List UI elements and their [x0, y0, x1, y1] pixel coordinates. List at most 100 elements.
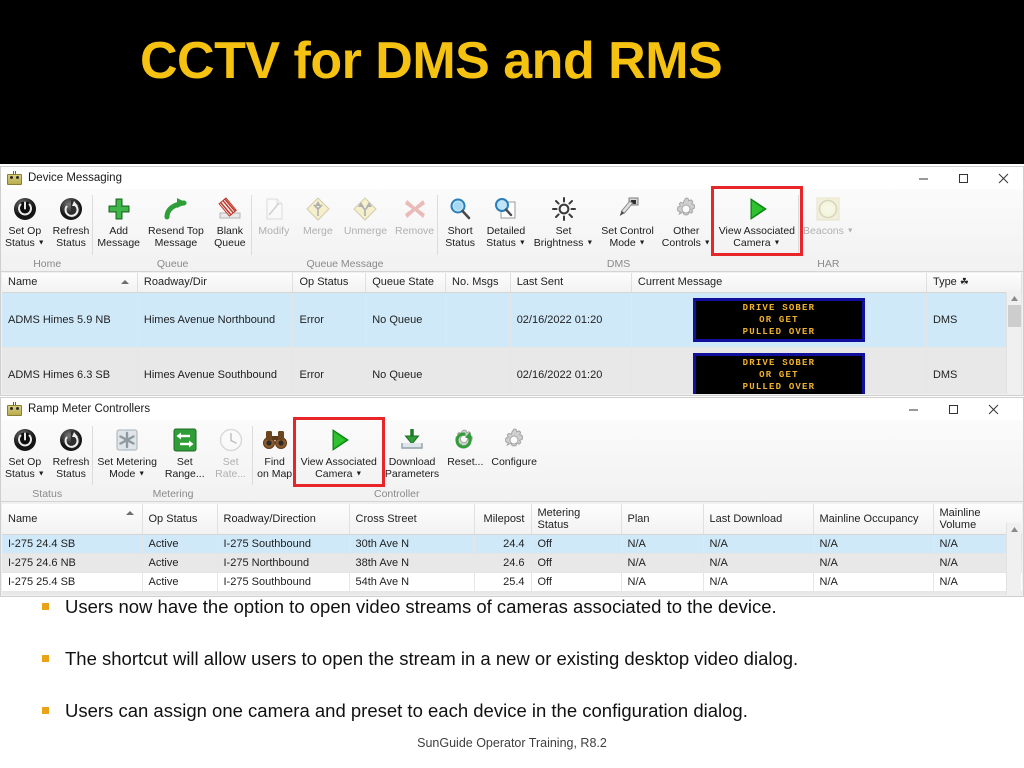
sun-icon	[551, 194, 577, 224]
ribbon-button-label: Set Rate...	[215, 456, 247, 480]
table-row[interactable]: I-275 25.6 NB Active I-275 Northbound 54…	[2, 591, 1022, 595]
ribbon-button-refresh-status[interactable]: Refresh Status	[49, 191, 94, 249]
ribbon-button-reset[interactable]: Reset...	[443, 422, 487, 469]
ribbon-group-label: Metering	[152, 488, 194, 500]
magnifier-icon	[447, 194, 473, 224]
column-header-cross-street[interactable]: Cross Street	[349, 504, 475, 535]
column-header-plan[interactable]: Plan	[621, 504, 704, 535]
cell-name: I-275 24.4 SB	[2, 534, 143, 554]
cell-mainline-occupancy: N/A	[813, 591, 934, 595]
bullet-marker-icon	[42, 655, 49, 662]
device-messaging-titlebar: Device Messaging	[1, 167, 1023, 189]
bullet-list: Users now have the option to open video …	[0, 596, 1024, 722]
cell-plan: N/A	[621, 572, 704, 592]
cell-roadway: Himes Avenue Southbound	[137, 347, 294, 394]
ribbon-button-modify: Modify	[252, 191, 296, 238]
table-row[interactable]: I-275 24.6 NB Active I-275 Northbound 38…	[2, 553, 1022, 573]
ribbon-button-other-controls[interactable]: Other Controls ▼	[658, 191, 715, 249]
ribbon-button-label: Other Controls ▼	[661, 225, 711, 249]
ribbon-button-set-op-status[interactable]: Set Op Status ▼	[1, 422, 49, 480]
cell-roadway-direction: I-275 Northbound	[217, 591, 350, 595]
column-header-name[interactable]: Name	[2, 504, 143, 535]
ribbon-button-download-parameters[interactable]: Download Parameters	[381, 422, 443, 480]
chevron-down-icon: ▼	[37, 239, 45, 247]
scroll-up-arrow-icon[interactable]	[1007, 292, 1022, 305]
sign-line: DRIVE SOBER	[742, 302, 816, 313]
cell-roadway-direction: I-275 Southbound	[217, 534, 350, 554]
rmc-vertical-scrollbar[interactable]	[1006, 523, 1021, 595]
ribbon-button-find-on-map[interactable]: Find on Map	[253, 422, 297, 480]
list-item: Users can assign one camera and preset t…	[0, 700, 1024, 722]
chevron-down-icon: ▼	[846, 227, 854, 235]
green-play-icon	[326, 425, 352, 455]
dms-message-sign: DRIVE SOBER OR GET PULLED OVER	[692, 297, 865, 342]
ribbon-button-add-message[interactable]: Add Message	[93, 191, 144, 249]
ribbon-button-blank-queue[interactable]: Blank Queue	[208, 191, 252, 249]
ribbon-button-view-associated-camera[interactable]: View Associated Camera ▼	[715, 191, 799, 249]
ribbon-button-short-status[interactable]: Short Status	[438, 191, 482, 249]
column-header-queue-state[interactable]: Queue State	[365, 273, 447, 293]
minimize-button[interactable]	[893, 398, 933, 420]
close-button[interactable]	[983, 167, 1023, 189]
table-row[interactable]: ADMS Himes 6.3 SB Himes Avenue Southboun…	[2, 347, 1022, 394]
ribbon-button-label: Configure	[491, 456, 537, 468]
dms-vertical-scrollbar[interactable]	[1006, 292, 1021, 394]
ribbon-button-refresh-status[interactable]: Refresh Status	[49, 422, 94, 480]
cell-op-status: Active	[142, 572, 218, 592]
column-header-op-status[interactable]: Op Status	[292, 273, 367, 293]
column-header-type[interactable]: Type ☘	[926, 273, 1022, 293]
column-header-milepost[interactable]: Milepost	[474, 504, 532, 535]
column-header-roadway-dir[interactable]: Roadway/Dir	[137, 273, 294, 293]
column-header-name[interactable]: Name	[2, 273, 138, 293]
scroll-thumb[interactable]	[1008, 305, 1021, 327]
green-play-icon	[744, 194, 770, 224]
column-header-roadway-direction[interactable]: Roadway/Direction	[217, 504, 350, 535]
column-header-metering-status[interactable]: Metering Status	[531, 504, 622, 535]
cell-last-sent: 02/16/2022 01:20	[510, 347, 632, 394]
ribbon-button-set-range[interactable]: Set Range...	[161, 422, 209, 480]
column-header-current-message[interactable]: Current Message	[631, 273, 927, 293]
scroll-up-arrow-icon[interactable]	[1007, 523, 1022, 536]
ribbon-button-view-associated-camera[interactable]: View Associated Camera ▼	[297, 422, 381, 480]
column-header-no-msgs[interactable]: No. Msgs	[445, 273, 511, 293]
ribbon-button-configure[interactable]: Configure	[487, 422, 541, 469]
ribbon-button-resend-top-message[interactable]: Resend Top Message	[144, 191, 208, 249]
ribbon-button-set-control-mode[interactable]: Set Control Mode ▼	[597, 191, 658, 249]
cell-milepost: 24.4	[474, 534, 532, 554]
ribbon-button-label: View Associated Camera ▼	[300, 456, 377, 480]
sign-line: DRIVE SOBER	[742, 357, 816, 368]
cell-cross-street: 54th Ave N	[349, 591, 475, 595]
cell-metering-status: Off	[531, 534, 622, 554]
sign-line: PULLED OVER	[742, 326, 816, 337]
device-messaging-window-controls	[903, 167, 1023, 189]
column-header-last-sent[interactable]: Last Sent	[510, 273, 632, 293]
column-header-last-download[interactable]: Last Download	[703, 504, 814, 535]
ribbon-button-set-op-status[interactable]: Set Op Status ▼	[1, 191, 49, 249]
ramp-meter-window-controls	[893, 398, 1013, 420]
maximize-button[interactable]	[933, 398, 973, 420]
ribbon-group-status: Set Op Status ▼ Refresh Status Status	[1, 422, 94, 501]
eraser-icon	[217, 194, 243, 224]
column-header-op-status[interactable]: Op Status	[142, 504, 218, 535]
column-header-mainline-occupancy[interactable]: Mainline Occupancy	[813, 504, 934, 535]
table-row[interactable]: I-275 25.4 SB Active I-275 Southbound 54…	[2, 572, 1022, 592]
minimize-button[interactable]	[903, 167, 943, 189]
table-row[interactable]: ADMS Himes 5.9 NB Himes Avenue Northboun…	[2, 292, 1022, 348]
cell-mainline-occupancy: N/A	[813, 572, 934, 592]
filter-pin-icon[interactable]: ☘	[960, 277, 969, 288]
table-row[interactable]: I-275 24.4 SB Active I-275 Southbound 30…	[2, 534, 1022, 554]
ribbon-button-label: View Associated Camera ▼	[718, 225, 796, 249]
ribbon-button-label: Refresh Status	[52, 456, 90, 480]
close-button[interactable]	[973, 398, 1013, 420]
cell-last-download: N/A	[703, 553, 814, 573]
merge-diamond-icon	[305, 194, 331, 224]
ribbon-button-set-brightness[interactable]: Set Brightness ▼	[530, 191, 597, 249]
bullet-marker-icon	[42, 707, 49, 714]
maximize-button[interactable]	[943, 167, 983, 189]
gear-icon	[501, 425, 527, 455]
cell-milepost: 25.4	[474, 572, 532, 592]
magnifier-page-icon	[493, 194, 519, 224]
ribbon-group-queue-message: Modify Merge Unmerge Remove Queue Messag…	[252, 191, 439, 271]
ribbon-button-set-metering-mode[interactable]: Set Metering Mode ▼	[93, 422, 161, 480]
ribbon-button-detailed-status[interactable]: Detailed Status ▼	[482, 191, 530, 249]
